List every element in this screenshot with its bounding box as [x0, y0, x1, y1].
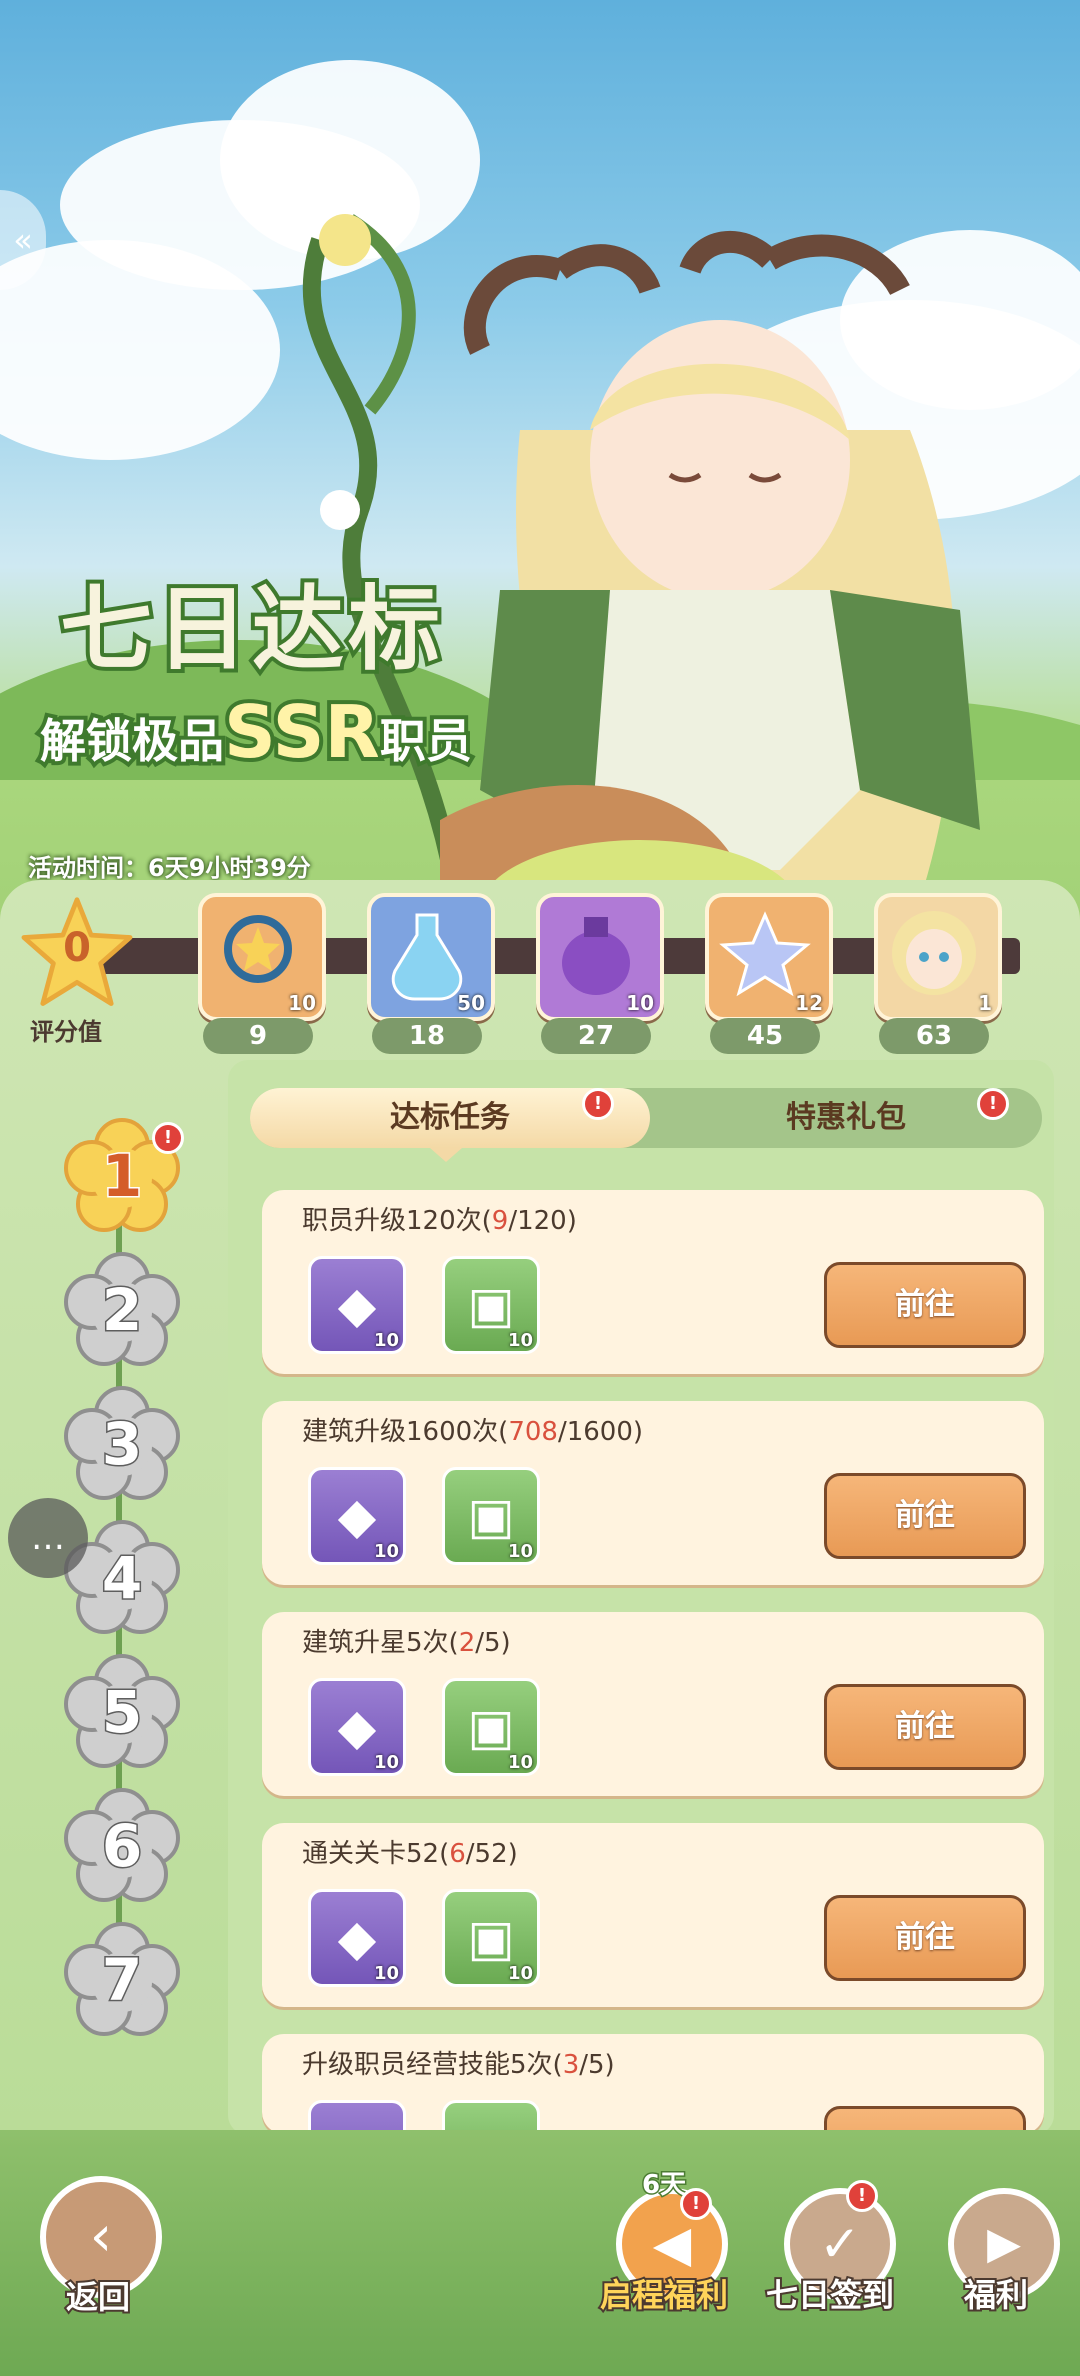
- score-value: 0: [63, 925, 91, 971]
- task-progress-done: 708: [508, 1417, 558, 1447]
- reward-gem[interactable]: ◆10: [308, 1889, 406, 1987]
- character-portrait-icon: [892, 911, 976, 995]
- task-title: 职员升级120次(9/120): [302, 1206, 577, 1236]
- go-button[interactable]: 前往: [824, 1262, 1026, 1348]
- milestone-count: 1: [978, 991, 992, 1015]
- task-card: 建筑升星5次(2/5) ◆ 10 ▣ 10 前往: [262, 1612, 1044, 1796]
- reward-qty: 10: [373, 1541, 399, 1562]
- reward-card[interactable]: ▣10: [442, 1889, 540, 1987]
- reward-gem[interactable]: ◆10: [308, 1467, 406, 1565]
- milestone-count: 12: [795, 991, 823, 1015]
- milestone-reward-1[interactable]: 10: [198, 893, 326, 1021]
- day-number: 6: [100, 1811, 143, 1882]
- milestone-points-2: 18: [372, 1018, 482, 1054]
- milestone-reward-4[interactable]: 12: [705, 893, 833, 1021]
- go-button[interactable]: 前往: [824, 1473, 1026, 1559]
- day-number: 2: [100, 1275, 143, 1346]
- back-label: 返回: [64, 2276, 132, 2318]
- milestone-reward-5[interactable]: 1: [874, 893, 1002, 1021]
- reward-qty: 10: [507, 1541, 533, 1562]
- reward-qty: 10: [373, 1752, 399, 1773]
- milestone-reward-2[interactable]: 50: [367, 893, 495, 1021]
- task-title: 建筑升级1600次(708/1600): [302, 1417, 644, 1447]
- task-title: 建筑升星5次(2/5): [302, 1628, 511, 1658]
- day-2-button[interactable]: 2: [64, 1252, 180, 1368]
- day-number: 5: [100, 1677, 143, 1748]
- welfare-label: 福利: [962, 2274, 1030, 2316]
- milestone-points-5: 63: [879, 1018, 989, 1054]
- day-number: 7: [100, 1945, 143, 2016]
- day-1-alert-badge: !: [152, 1122, 184, 1154]
- task-progress-done: 6: [449, 1839, 466, 1869]
- journey-day-badge: 6天: [640, 2169, 687, 2202]
- task-progress-done: 2: [458, 1628, 476, 1658]
- chat-button[interactable]: …: [8, 1498, 88, 1578]
- task-progress-done: 3: [562, 2050, 580, 2080]
- day-3-button[interactable]: 3: [64, 1386, 180, 1502]
- day-5-button[interactable]: 5: [64, 1654, 180, 1770]
- task-title: 通关关卡52(6/52): [302, 1839, 518, 1869]
- milestone-points-4: 45: [710, 1018, 820, 1054]
- reward-qty: 10: [373, 1963, 399, 1984]
- event-title: 七日达标: [56, 572, 445, 687]
- subtitle-ssr: SSR: [220, 686, 384, 778]
- day-number: 3: [100, 1409, 143, 1480]
- subtitle-text-end: 职员: [376, 710, 476, 772]
- journey-welfare-label: 启程福利: [598, 2274, 730, 2316]
- checkin-alert-badge: !: [846, 2180, 878, 2212]
- milestone-points-1: 9: [203, 1018, 313, 1054]
- gift-alert-badge: !: [977, 1088, 1009, 1120]
- reward-qty: 10: [507, 1330, 533, 1351]
- task-card: 职员升级120次(9/120) ◆ 10 ▣ 10 前往: [262, 1190, 1044, 1374]
- reward-card[interactable]: ▣10: [442, 2100, 540, 2134]
- milestone-reward-3[interactable]: 10: [536, 893, 664, 1021]
- journey-alert-badge: !: [680, 2188, 712, 2220]
- reward-card[interactable]: ▣10: [442, 1678, 540, 1776]
- day-7-button[interactable]: 7: [64, 1922, 180, 2038]
- go-button[interactable]: 前往: [824, 1684, 1026, 1770]
- event-subtitle: 解锁极品SSR职员: [36, 686, 476, 778]
- chat-bubble-icon: …: [31, 1518, 65, 1558]
- reward-qty: 10: [507, 1963, 533, 1984]
- task-card: 建筑升级1600次(708/1600) ◆ 10 ▣ 10 前往: [262, 1401, 1044, 1585]
- go-button[interactable]: 前往: [824, 1895, 1026, 1981]
- reward-gem[interactable]: ◆10: [308, 1678, 406, 1776]
- milestone-count: 50: [457, 991, 485, 1015]
- reward-card[interactable]: ▣10: [442, 1256, 540, 1354]
- bottom-bar: [0, 2130, 1080, 2376]
- score-label: 评分值: [30, 1018, 102, 1046]
- reward-card[interactable]: ▣10: [442, 1467, 540, 1565]
- task-title: 升级职员经营技能5次(3/5): [302, 2050, 615, 2080]
- reward-qty: 10: [373, 1330, 399, 1351]
- reward-gem[interactable]: ◆10: [308, 1256, 406, 1354]
- tasks-alert-badge: !: [582, 1088, 614, 1120]
- milestone-count: 10: [288, 991, 316, 1015]
- task-card: 通关关卡52(6/52) ◆ 10 ▣ 10 前往: [262, 1823, 1044, 2007]
- checkin-label: 七日签到: [764, 2274, 896, 2316]
- milestone-count: 10: [626, 991, 654, 1015]
- task-card: 升级职员经营技能5次(3/5) ◆10 ▣10 前往: [262, 2034, 1044, 2134]
- milestone-points-3: 27: [541, 1018, 651, 1054]
- tab-pointer: [430, 1148, 462, 1162]
- activity-time: 活动时间：6天9小时39分: [28, 854, 311, 882]
- task-progress-done: 9: [491, 1206, 509, 1236]
- subtitle-text: 解锁极品: [36, 710, 228, 772]
- chevron-left-icon: «: [13, 221, 33, 259]
- reward-qty: 10: [507, 1752, 533, 1773]
- day-6-button[interactable]: 6: [64, 1788, 180, 1904]
- reward-gem[interactable]: ◆10: [308, 2100, 406, 2134]
